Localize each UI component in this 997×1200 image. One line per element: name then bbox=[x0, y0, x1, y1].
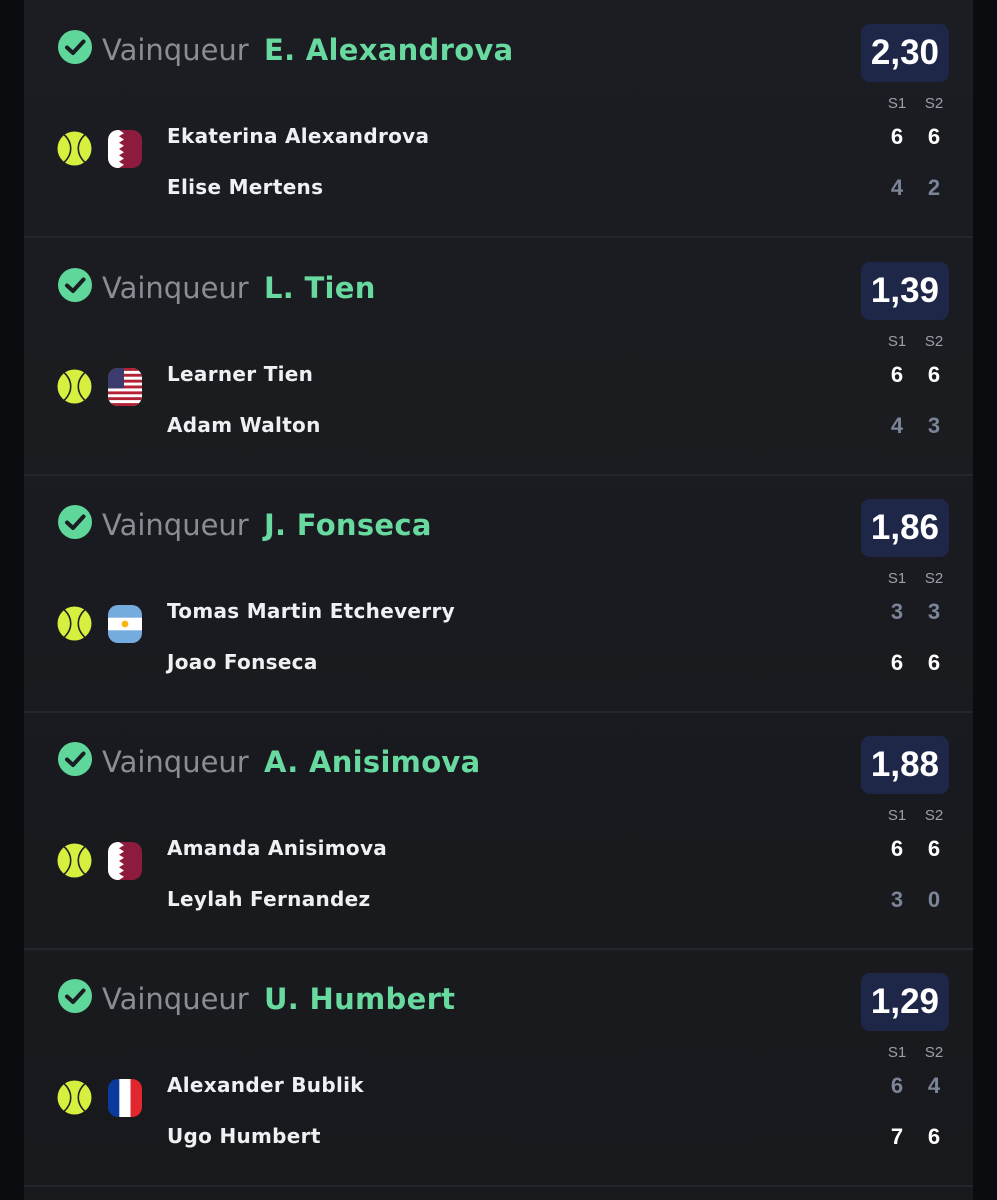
odds-badge[interactable]: 1,88 bbox=[860, 736, 949, 794]
winner-name: E. Alexandrova bbox=[263, 33, 514, 67]
player-name: Tomas Martin Etcheverry bbox=[167, 599, 455, 623]
player-name: Ugo Humbert bbox=[167, 1124, 321, 1148]
set-score: 6 bbox=[927, 1124, 941, 1149]
winner-name: U. Humbert bbox=[263, 982, 456, 1016]
match-card[interactable]: Vainqueur L. Tien 1,39 S1 S2 Learner Tie… bbox=[24, 238, 973, 476]
set-score: 7 bbox=[890, 1124, 904, 1149]
results-panel: Vainqueur E. Alexandrova 2,30 S1 S2 Ekat… bbox=[24, 0, 973, 1200]
france-flag-icon bbox=[108, 1079, 142, 1117]
match-card[interactable]: Vainqueur J. Fonseca 1,86 S1 S2 Tomas Ma… bbox=[24, 475, 973, 713]
argentina-flag-icon bbox=[108, 605, 142, 643]
qatar-flag-icon bbox=[108, 842, 142, 880]
set-label: S2 bbox=[924, 807, 944, 824]
result-headline: Vainqueur E. Alexandrova bbox=[102, 28, 514, 72]
set-score: 3 bbox=[890, 599, 904, 624]
player-name: Ekaterina Alexandrova bbox=[167, 124, 430, 148]
player-name: Adam Walton bbox=[167, 413, 321, 437]
result-label: Vainqueur bbox=[102, 982, 249, 1016]
set-label: S1 bbox=[887, 1044, 907, 1061]
result-label: Vainqueur bbox=[102, 33, 249, 67]
odds-badge[interactable]: 1,39 bbox=[860, 262, 949, 320]
set-score: 3 bbox=[890, 887, 904, 912]
set-score: 6 bbox=[927, 650, 941, 675]
match-card[interactable]: Vainqueur E. Alexandrova 2,30 S1 S2 Ekat… bbox=[24, 0, 973, 238]
usa-flag-icon bbox=[108, 368, 142, 406]
result-label: Vainqueur bbox=[102, 271, 249, 305]
tennis-ball-icon bbox=[57, 369, 92, 404]
set-label: S2 bbox=[924, 570, 944, 587]
player-name: Alexander Bublik bbox=[167, 1073, 364, 1097]
set-score: 6 bbox=[927, 124, 941, 149]
set-label: S1 bbox=[887, 570, 907, 587]
set-score: 4 bbox=[890, 413, 904, 438]
set-score: 6 bbox=[890, 650, 904, 675]
check-circle-icon bbox=[58, 268, 92, 302]
check-circle-icon bbox=[58, 979, 92, 1013]
result-label: Vainqueur bbox=[102, 745, 249, 779]
player-name: Amanda Anisimova bbox=[167, 836, 388, 860]
qatar-flag-icon bbox=[108, 130, 142, 168]
check-circle-icon bbox=[58, 30, 92, 64]
odds-badge[interactable]: 1,29 bbox=[860, 973, 949, 1031]
result-headline: Vainqueur A. Anisimova bbox=[102, 740, 481, 784]
set-score: 3 bbox=[927, 599, 941, 624]
set-score: 4 bbox=[890, 175, 904, 200]
tennis-ball-icon bbox=[57, 843, 92, 878]
set-score: 2 bbox=[927, 175, 941, 200]
set-score: 6 bbox=[927, 836, 941, 861]
tennis-ball-icon bbox=[57, 606, 92, 641]
set-score: 6 bbox=[890, 362, 904, 387]
player-name: Joao Fonseca bbox=[167, 650, 318, 674]
player-name: Learner Tien bbox=[167, 362, 314, 386]
odds-badge[interactable]: 1,86 bbox=[860, 499, 949, 557]
player-name: Leylah Fernandez bbox=[167, 887, 371, 911]
match-card[interactable]: Vainqueur U. Humbert 1,29 S1 S2 Alexande… bbox=[24, 949, 973, 1187]
set-score: 3 bbox=[927, 413, 941, 438]
tennis-ball-icon bbox=[57, 1080, 92, 1115]
player-name: Elise Mertens bbox=[167, 175, 324, 199]
set-label: S1 bbox=[887, 95, 907, 112]
set-score: 6 bbox=[927, 362, 941, 387]
set-score: 0 bbox=[927, 887, 941, 912]
match-card[interactable]: Vainqueur A. Anisimova 1,88 S1 S2 Amanda… bbox=[24, 712, 973, 950]
winner-name: A. Anisimova bbox=[263, 745, 481, 779]
tennis-ball-icon bbox=[57, 131, 92, 166]
set-label: S1 bbox=[887, 807, 907, 824]
check-circle-icon bbox=[58, 505, 92, 539]
result-label: Vainqueur bbox=[102, 508, 249, 542]
set-score: 4 bbox=[927, 1073, 941, 1098]
check-circle-icon bbox=[58, 742, 92, 776]
winner-name: J. Fonseca bbox=[263, 508, 432, 542]
result-headline: Vainqueur J. Fonseca bbox=[102, 503, 432, 547]
set-label: S2 bbox=[924, 95, 944, 112]
set-score: 6 bbox=[890, 124, 904, 149]
set-label: S1 bbox=[887, 333, 907, 350]
set-label: S2 bbox=[924, 1044, 944, 1061]
set-label: S2 bbox=[924, 333, 944, 350]
odds-badge[interactable]: 2,30 bbox=[860, 24, 949, 82]
winner-name: L. Tien bbox=[263, 271, 376, 305]
result-headline: Vainqueur U. Humbert bbox=[102, 977, 455, 1021]
set-score: 6 bbox=[890, 1073, 904, 1098]
set-score: 6 bbox=[890, 836, 904, 861]
result-headline: Vainqueur L. Tien bbox=[102, 266, 376, 310]
